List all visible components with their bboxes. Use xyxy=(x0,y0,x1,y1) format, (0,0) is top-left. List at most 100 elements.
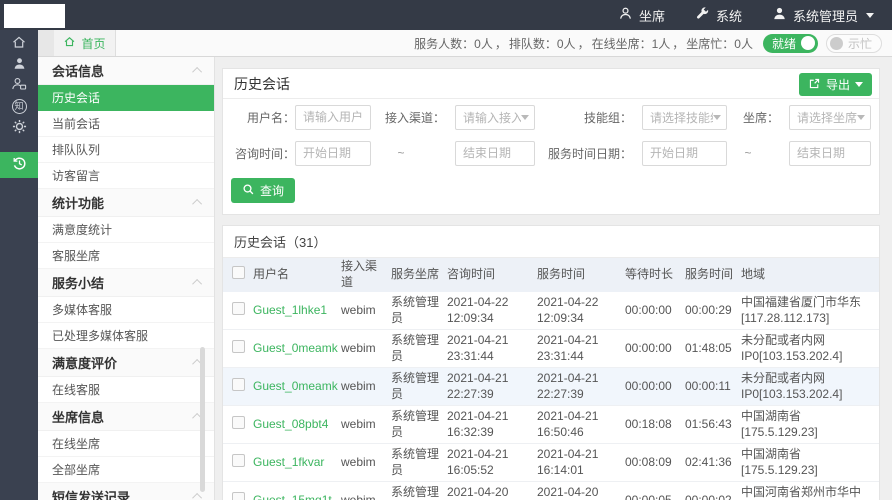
cell-agent: 系统管理员 xyxy=(391,332,440,363)
row-checkbox[interactable] xyxy=(232,301,245,315)
rail-home[interactable] xyxy=(0,33,38,54)
cell-channel: webim xyxy=(341,454,376,469)
cell-region: 中国河南省郑州市华中[42.236.10.117] xyxy=(741,484,862,499)
cell-region: 未分配或者内网 IP0[103.153.202.4] xyxy=(741,370,843,401)
service-start-date-input[interactable] xyxy=(642,140,727,166)
export-button[interactable]: 导出 xyxy=(798,73,872,96)
ready-toggle[interactable]: 就绪 xyxy=(762,33,818,53)
toggle-knob xyxy=(800,36,815,50)
row-checkbox[interactable] xyxy=(232,377,245,391)
chevron-up-icon xyxy=(192,66,203,77)
cell-region: 中国湖南省 [175.5.129.23] xyxy=(741,446,818,477)
cell-agent: 系统管理员 xyxy=(391,484,440,499)
sidebar-item-satisfaction-stats[interactable]: 满意度统计 xyxy=(38,217,214,243)
topnav-admin-label: 系统管理员 xyxy=(792,8,858,24)
rail-history[interactable] xyxy=(0,152,38,178)
sidebar-item-history-sessions[interactable]: 历史会话 xyxy=(38,85,214,111)
sidebar-section-service-summary[interactable]: 服务小结 xyxy=(38,269,214,297)
filter-row-2: 咨询时间： ~ 服务时间日期： ~ xyxy=(223,135,879,171)
tab-strip-lead xyxy=(38,30,54,56)
consult-start-date-input[interactable] xyxy=(295,140,371,166)
header-wait-duration: 等待时长 xyxy=(625,267,674,282)
sidebar-item-processed-multimedia[interactable]: 已处理多媒体客服 xyxy=(38,323,214,349)
cell-consult-time: 2021-04-21 16:05:52 xyxy=(447,446,509,477)
cell-wait: 00:00:00 xyxy=(625,378,672,393)
cell-channel: webim xyxy=(341,378,376,393)
sidebar-section-statistics[interactable]: 统计功能 xyxy=(38,189,214,217)
rail-knowledge[interactable]: 知 xyxy=(0,96,38,117)
busy-toggle[interactable]: 示忙 xyxy=(825,33,882,53)
sidebar-section-session-info[interactable]: 会话信息 xyxy=(38,57,214,85)
sidebar-scrollbar[interactable] xyxy=(200,347,205,492)
search-button[interactable]: 查询 xyxy=(231,178,296,203)
stat-serving: 服务人数：0人 xyxy=(414,36,493,51)
guest-name-link[interactable]: Guest_1lhke1 xyxy=(253,303,327,317)
guest-name-link[interactable]: Guest_15mq1t xyxy=(253,493,332,500)
skill-group-select[interactable]: 请选择技能组 xyxy=(642,104,727,130)
cell-consult-time: 2021-04-21 23:31:44 xyxy=(447,332,509,363)
rail-settings[interactable] xyxy=(0,117,38,138)
sidebar-section-sms-records[interactable]: 短信发送记录 xyxy=(38,483,214,500)
chevron-down-icon xyxy=(857,114,865,120)
rail-user[interactable] xyxy=(0,54,38,75)
chevron-down-icon xyxy=(866,12,874,18)
status-bar: 服务人数：0人 ， 排队数：0人 ， 在线坐席：1人 ， 坐席忙：0人 就绪 示… xyxy=(414,30,892,56)
rail-agent-card[interactable] xyxy=(0,75,38,96)
sidebar-item-visitor-messages[interactable]: 访客留言 xyxy=(38,163,214,189)
topnav-system[interactable]: 系统 xyxy=(695,6,742,25)
agent-select[interactable]: 请选择坐席 xyxy=(789,104,871,130)
row-checkbox[interactable] xyxy=(232,491,245,500)
cell-wait: 00:00:05 xyxy=(625,492,672,500)
sidebar-item-online-agents[interactable]: 在线坐席 xyxy=(38,431,214,457)
cell-duration: 02:41:36 xyxy=(685,454,732,469)
sidebar-section-satisfaction-review[interactable]: 满意度评价 xyxy=(38,349,214,377)
search-icon xyxy=(242,183,255,199)
agent-icon xyxy=(618,6,633,24)
stat-busy-agents: 坐席忙：0人 xyxy=(686,36,753,51)
tab-strip: 首页 服务人数：0人 ， 排队数：0人 ， 在线坐席：1人 ， 坐席忙：0人 就… xyxy=(38,30,892,57)
sidebar-item-current-sessions[interactable]: 当前会话 xyxy=(38,111,214,137)
table-row: Guest_1lhke1 webim 系统管理员 2021-04-22 12:09… xyxy=(223,292,879,330)
sidebar-item-agent-service[interactable]: 客服坐席 xyxy=(38,243,214,269)
channel-select[interactable]: 请输入接入渠 xyxy=(455,104,535,130)
cell-duration: 01:56:43 xyxy=(685,416,732,431)
filter-row-1: 用户名： 接入渠道： 请输入接入渠 技能组： 请选择技能组 坐席： 请选择坐席 xyxy=(223,99,879,135)
guest-name-link[interactable]: Guest_0meamk xyxy=(253,341,338,355)
chevron-down-icon xyxy=(713,114,721,120)
guest-name-link[interactable]: Guest_0meamk xyxy=(253,379,338,393)
header-service-agent: 服务坐席 xyxy=(391,267,440,282)
sidebar-item-all-agents[interactable]: 全部坐席 xyxy=(38,457,214,483)
tab-home[interactable]: 首页 xyxy=(54,30,116,56)
cell-agent: 系统管理员 xyxy=(391,370,440,401)
topnav-agent[interactable]: 坐席 xyxy=(618,6,665,25)
page-title: 历史会话 xyxy=(234,75,290,92)
history-icon xyxy=(11,155,28,175)
row-checkbox[interactable] xyxy=(232,453,245,467)
cell-wait: 00:08:09 xyxy=(625,454,672,469)
consult-end-date-input[interactable] xyxy=(455,140,535,166)
sidebar-item-queue-list[interactable]: 排队队列 xyxy=(38,137,214,163)
row-checkbox[interactable] xyxy=(232,415,245,429)
guest-name-link[interactable]: Guest_08pbt4 xyxy=(253,417,328,431)
table-title: 历史会话（31） xyxy=(223,226,879,258)
service-end-date-input[interactable] xyxy=(789,140,871,166)
topnav: 坐席 系统 系统管理员 xyxy=(618,6,892,25)
cell-service-time: 2021-04-21 22:27:39 xyxy=(537,370,599,401)
cell-channel: webim xyxy=(341,340,376,355)
select-all-checkbox[interactable] xyxy=(232,266,245,280)
logo xyxy=(4,4,65,28)
cell-wait: 00:00:00 xyxy=(625,340,672,355)
cell-agent: 系统管理员 xyxy=(391,408,440,439)
sidebar-section-agent-info[interactable]: 坐席信息 xyxy=(38,403,214,431)
sidebar: 会话信息 历史会话 当前会话 排队队列 访客留言 统计功能 满意度统计 客服坐席… xyxy=(38,57,215,500)
stat-separator: ， xyxy=(672,36,685,51)
username-input[interactable] xyxy=(295,104,371,130)
topnav-admin-menu[interactable]: 系统管理员 xyxy=(772,6,874,25)
sidebar-item-online-service[interactable]: 在线客服 xyxy=(38,377,214,403)
sidebar-item-multimedia-service[interactable]: 多媒体客服 xyxy=(38,297,214,323)
cell-consult-time: 2021-04-21 22:27:39 xyxy=(447,370,509,401)
cell-consult-time: 2021-04-21 16:32:39 xyxy=(447,408,509,439)
row-checkbox[interactable] xyxy=(232,339,245,353)
chevron-down-icon xyxy=(521,114,529,120)
guest-name-link[interactable]: Guest_1fkvar xyxy=(253,455,324,469)
